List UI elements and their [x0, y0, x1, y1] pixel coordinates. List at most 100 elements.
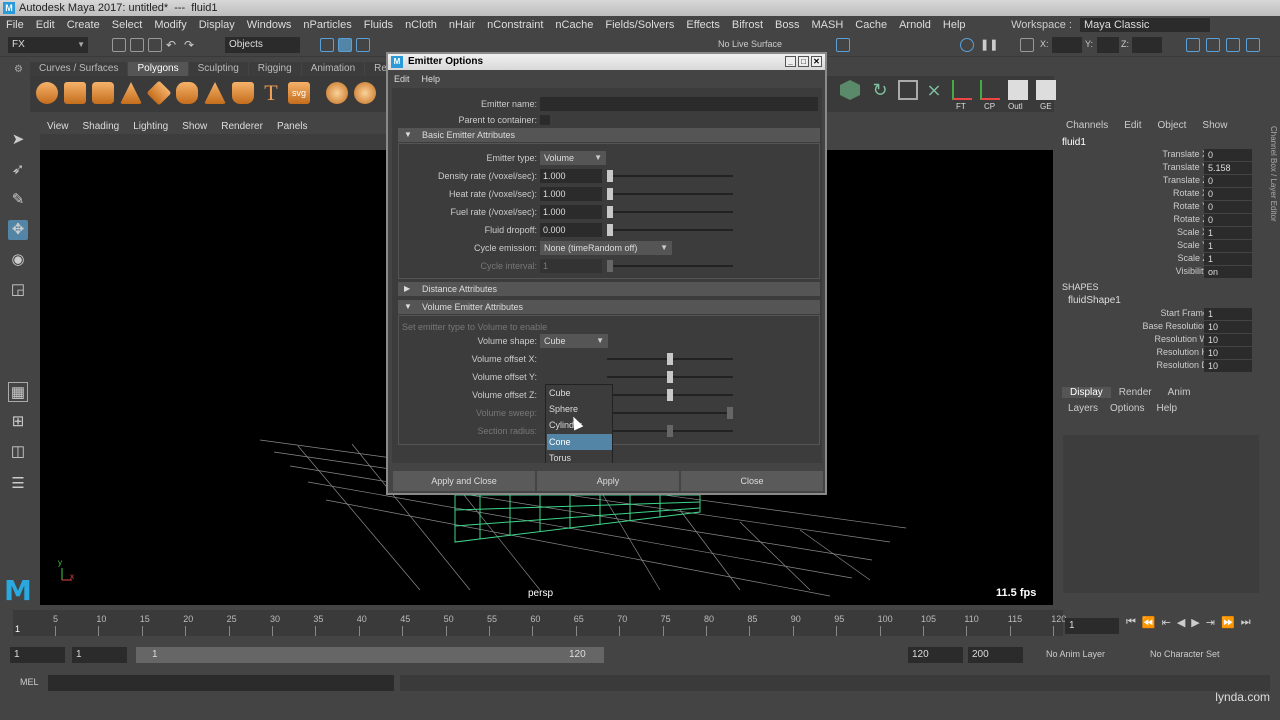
shelf-tab-curves-surfaces[interactable]: Curves / Surfaces: [30, 62, 128, 76]
shelf-tab-rigging[interactable]: Rigging: [248, 62, 301, 76]
panel-menu-view[interactable]: View: [40, 121, 76, 132]
menu-effects[interactable]: Effects: [680, 19, 725, 31]
cb-shape-attr-row[interactable]: Resolution W 10: [1058, 334, 1266, 347]
volume-offset-x-slider[interactable]: [607, 353, 733, 365]
shape-option-sphere[interactable]: Sphere: [547, 401, 612, 417]
menuset-dropdown[interactable]: FX ▼: [8, 37, 88, 53]
volume-shape-dropdown[interactable]: Cube ▼: [540, 334, 608, 348]
dialog-titlebar[interactable]: M Emitter Options _ □ ✕: [388, 54, 825, 70]
open-scene-icon[interactable]: [130, 38, 144, 52]
menu-windows[interactable]: Windows: [241, 19, 298, 31]
attr-value[interactable]: 1: [1204, 240, 1252, 252]
attr-value[interactable]: 10: [1204, 360, 1252, 372]
rotate-tool-icon[interactable]: ◉: [8, 250, 28, 270]
poly-pipe-icon[interactable]: [232, 82, 254, 104]
slider-handle[interactable]: [607, 206, 613, 218]
panel-menu-shading[interactable]: Shading: [76, 121, 127, 132]
tool-settings-icon[interactable]: [1226, 38, 1240, 52]
step-forward-icon[interactable]: ⏩: [1221, 616, 1235, 629]
panel-menu-show[interactable]: Show: [175, 121, 214, 132]
slider-handle[interactable]: [607, 170, 613, 182]
script-lang-label[interactable]: MEL: [20, 677, 39, 687]
multi-cut-icon[interactable]: ⨯: [924, 80, 944, 100]
step-back-key-icon[interactable]: ⇤: [1162, 616, 1171, 629]
step-forward-key-icon[interactable]: ⇥: [1206, 616, 1215, 629]
dialog-menu-edit[interactable]: Edit: [388, 74, 416, 84]
menu-edit[interactable]: Edit: [30, 19, 61, 31]
cb-attr-row[interactable]: Scale Y1: [1058, 240, 1266, 253]
bridge-icon[interactable]: ↻: [870, 80, 890, 100]
menu-nhair[interactable]: nHair: [443, 19, 481, 31]
menu-boss[interactable]: Boss: [769, 19, 805, 31]
snap-grid-icon[interactable]: [836, 38, 850, 52]
layer-list[interactable]: [1063, 435, 1259, 593]
panel-menu-lighting[interactable]: Lighting: [126, 121, 175, 132]
poly-sphere-icon[interactable]: [36, 82, 58, 104]
single-perspective-layout-icon[interactable]: ▦: [8, 382, 28, 402]
cb-attr-row[interactable]: Rotate X0: [1058, 188, 1266, 201]
slider-handle[interactable]: [667, 353, 673, 365]
apply-and-close-button[interactable]: Apply and Close: [393, 471, 535, 491]
cb-attr-row[interactable]: Translate X0: [1058, 149, 1266, 162]
volume-offset-z-slider[interactable]: [607, 389, 733, 401]
anim-start-field[interactable]: 1: [72, 647, 127, 663]
menu-nconstraint[interactable]: nConstraint: [481, 19, 549, 31]
cb-attr-row[interactable]: Scale X1: [1058, 227, 1266, 240]
y-coord-field[interactable]: [1097, 37, 1119, 53]
new-scene-icon[interactable]: [112, 38, 126, 52]
cb-menu-channels[interactable]: Channels: [1066, 120, 1108, 131]
outliner-icon[interactable]: [1008, 80, 1028, 100]
current-frame-field[interactable]: 1: [1065, 618, 1119, 634]
attr-value[interactable]: 1: [1204, 308, 1252, 320]
close-icon[interactable]: ✕: [811, 56, 822, 67]
attr-value[interactable]: 10: [1204, 334, 1252, 346]
minimize-icon[interactable]: _: [785, 56, 796, 67]
panel-menu-renderer[interactable]: Renderer: [214, 121, 270, 132]
fluid-dropoff-input[interactable]: 0.000: [540, 223, 602, 237]
layer-tab-render[interactable]: Render: [1111, 387, 1160, 398]
menu-file[interactable]: File: [0, 19, 30, 31]
menu-cache[interactable]: Cache: [849, 19, 893, 31]
step-back-icon[interactable]: ⏪: [1142, 616, 1156, 629]
shape-option-cone[interactable]: Cone: [547, 434, 612, 450]
menu-bifrost[interactable]: Bifrost: [726, 19, 769, 31]
four-view-layout-icon[interactable]: ⊞: [8, 412, 28, 432]
menu-ncloth[interactable]: nCloth: [399, 19, 443, 31]
heat-rate-input[interactable]: 1.000: [540, 187, 602, 201]
menu-arnold[interactable]: Arnold: [893, 19, 937, 31]
heat-rate-slider[interactable]: [607, 188, 733, 200]
density-rate-input[interactable]: 1.000: [540, 169, 602, 183]
fluid-dropoff-slider[interactable]: [607, 224, 733, 236]
attr-value[interactable]: 0: [1204, 201, 1252, 213]
cb-attr-row[interactable]: Translate Y 5.158: [1058, 162, 1266, 175]
select-hierarchy-icon[interactable]: [320, 38, 334, 52]
fuel-rate-slider[interactable]: [607, 206, 733, 218]
cb-shape-attr-row[interactable]: Resolution D 10: [1058, 360, 1266, 373]
menu-ncache[interactable]: nCache: [549, 19, 599, 31]
panel-menu-panels[interactable]: Panels: [270, 121, 315, 132]
attr-value[interactable]: 10: [1204, 321, 1252, 333]
cb-attr-row[interactable]: Rotate Z0: [1058, 214, 1266, 227]
menu-nparticles[interactable]: nParticles: [297, 19, 357, 31]
channel-box-side-tab[interactable]: Channel Box / Layer Editor: [1268, 126, 1278, 266]
save-scene-icon[interactable]: [148, 38, 162, 52]
workspace-dropdown[interactable]: Maya Classic: [1080, 17, 1210, 32]
transform-mode-icon[interactable]: [1020, 38, 1034, 52]
character-set-dropdown[interactable]: No Character Set: [1150, 649, 1220, 659]
z-coord-field[interactable]: [1132, 37, 1162, 53]
move-tool-icon[interactable]: ✥: [8, 220, 28, 240]
cb-attr-row[interactable]: Rotate Y0: [1058, 201, 1266, 214]
combine-icon[interactable]: [326, 82, 348, 104]
slider-handle[interactable]: [607, 224, 613, 236]
layer-menu-help[interactable]: Help: [1156, 403, 1177, 414]
attr-value[interactable]: 1: [1204, 253, 1252, 265]
cb-attr-row[interactable]: Visibility on: [1058, 266, 1266, 279]
cb-shape-attr-row[interactable]: Base Resolution 10: [1058, 321, 1266, 334]
distance-section-header[interactable]: ▶ Distance Attributes: [398, 282, 820, 296]
poly-type-icon[interactable]: T: [260, 82, 282, 104]
attr-value[interactable]: 0: [1204, 214, 1252, 226]
attr-value[interactable]: 0: [1204, 149, 1252, 161]
outliner-layout-icon[interactable]: ☰: [8, 474, 28, 494]
close-button[interactable]: Close: [681, 471, 823, 491]
attr-value[interactable]: 5.158: [1204, 162, 1252, 174]
